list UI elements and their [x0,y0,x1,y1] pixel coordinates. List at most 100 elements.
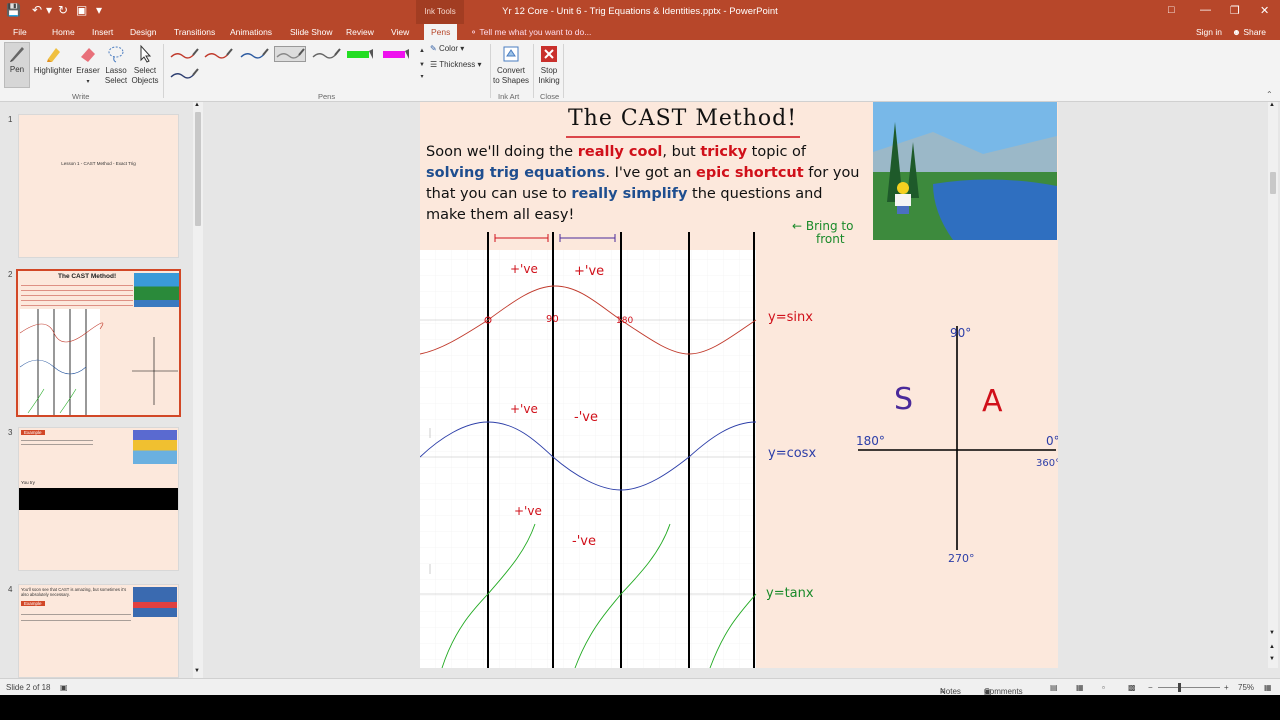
pen-swatch[interactable] [168,66,200,82]
pen-color-button[interactable]: ✎ Color ▾ [430,44,464,54]
thumbnail-number: 3 [8,428,13,437]
scroll-up-icon[interactable]: ▲ [194,102,200,108]
scrollbar-thumb[interactable] [1270,172,1276,194]
gallery-scroll-up-icon[interactable]: ▲ [418,46,426,56]
ribbon-display-options-icon[interactable]: □ [1168,4,1175,16]
ink-art-group-label: Ink Art [498,92,520,101]
reading-view-icon[interactable]: ▫ [1102,683,1105,692]
group-separator [490,44,491,98]
next-slide-icon[interactable]: ▼ [1269,656,1275,662]
zoom-slider-track[interactable] [1158,687,1220,688]
convert-shapes-icon [503,46,519,62]
scroll-down-icon[interactable]: ▼ [194,668,200,674]
pen-button[interactable]: Pen [4,42,30,88]
minimize-icon[interactable]: — [1200,4,1211,16]
slide-thumbnail-4[interactable]: You'll soon see that CAST is amazing, bu… [18,584,179,678]
thumbnail-number: 4 [8,585,13,594]
tab-transitions[interactable]: Transitions [174,27,215,37]
color-pen-icon: ✎ [430,44,437,53]
ninety-mark: 90 [546,314,559,325]
slide-scrollbar[interactable]: ▲ ▼ ▲ ▼ [1268,102,1278,668]
interval-marker-red [494,234,549,242]
zoom-out-icon[interactable]: − [1148,683,1153,692]
cast-diagram-axes [858,326,1056,550]
tab-animations[interactable]: Animations [230,27,272,37]
powerpoint-window: 💾 ↶ ▾ ↻ ▣ ▾ Ink Tools Yr 12 Core - Unit … [0,0,1280,695]
pen-swatch[interactable] [310,46,342,62]
scroll-up-icon[interactable]: ▲ [1269,102,1275,108]
slide-title-ink: The CAST Method! [568,106,798,131]
thumbnail-image [133,430,177,464]
pen-swatch[interactable] [202,46,234,62]
restore-icon[interactable]: ❐ [1230,4,1240,17]
thumbnail-text-preview [21,438,93,448]
scroll-down-icon[interactable]: ▼ [1269,630,1275,636]
share-button[interactable]: ☻ Share [1232,27,1266,37]
slide-canvas[interactable]: The CAST Method! Soon we'll doing the re… [420,102,1058,668]
thumbnail-image [133,587,177,617]
window-title: Yr 12 Core - Unit 6 - Trig Equations & I… [502,6,778,17]
status-bar: Slide 2 of 18 ▣ ≡ Notes ▣ Comments ▤ ▦ ▫… [0,678,1280,695]
slide-thumbnail-3[interactable]: Example You try [18,427,179,571]
gallery-scroll-down-icon[interactable]: ▼ [418,60,426,70]
pen-thickness-button[interactable]: ☰ Thickness ▾ [430,60,482,70]
cursor-arrow-icon [140,44,152,63]
sine-positive-label-2: +'ve [574,264,605,279]
thumbnails-scrollbar[interactable]: ▲ ▼ [193,102,203,678]
sign-in-link[interactable]: Sign in [1196,27,1222,37]
convert-to-shapes-button[interactable]: Convert to Shapes [492,44,530,86]
tab-file[interactable]: File [13,27,27,37]
thumbnail-image [134,273,179,307]
close-window-icon[interactable]: ✕ [1260,4,1269,17]
tab-review[interactable]: Review [346,27,374,37]
stop-inking-button[interactable]: Stop Inking [536,44,562,86]
slide-show-icon[interactable]: ▩ [1128,683,1136,692]
ribbon-tabs: File Home Insert Design Transitions Anim… [0,24,1280,40]
slide-counter: Slide 2 of 18 [6,683,51,692]
zoom-in-icon[interactable]: + [1224,683,1229,692]
quadrant-a-label: A [982,384,1003,419]
thumbnail-text: You try [21,480,35,485]
tab-insert[interactable]: Insert [92,27,113,37]
pen-swatch[interactable] [344,46,376,62]
group-separator [533,44,534,98]
pen-swatch[interactable] [380,46,412,62]
eraser-dropdown-icon[interactable]: ▾ [86,79,89,85]
normal-view-icon[interactable]: ▤ [1050,683,1058,692]
tangent-positive-label: +'ve [514,504,542,518]
zoom-slider-thumb[interactable] [1178,683,1181,692]
spelling-check-icon[interactable]: ▣ [60,683,68,692]
select-objects-button[interactable]: Select Objects [130,44,160,86]
tab-pens[interactable]: Pens [424,24,458,40]
pen-swatch[interactable] [238,46,270,62]
pen-swatch[interactable] [274,46,306,62]
tab-slide-show[interactable]: Slide Show [290,27,333,37]
tab-design[interactable]: Design [130,27,156,37]
tell-me-search[interactable]: ⚬ Tell me what you want to do... [470,27,591,38]
thumbnail-text-preview [21,611,131,625]
lasso-select-button[interactable]: Lasso Select [102,44,130,86]
title-underline [566,136,800,138]
thumbnail-text-preview [21,282,133,308]
thumbnail-title: Lesson 1 - CAST Method - Exact Trig [61,161,136,166]
slide-thumbnail-2[interactable]: The CAST Method! [16,269,181,417]
thumbnail-title: The CAST Method! [58,273,117,280]
group-separator [563,44,564,98]
tab-view[interactable]: View [391,27,409,37]
gallery-more-icon[interactable]: ▾ [418,72,426,82]
tab-home[interactable]: Home [52,27,75,37]
pen-swatch[interactable] [168,46,200,62]
slide-thumbnail-1[interactable]: Lesson 1 - CAST Method - Exact Trig [18,114,179,258]
graph-grid [420,250,756,668]
slide-sorter-icon[interactable]: ▦ [1076,683,1084,692]
highlighter-icon [47,48,60,62]
thumbnail-text: You'll soon see that CAST is amazing, bu… [21,587,127,597]
zoom-level[interactable]: 75% [1238,683,1254,692]
highlighter-button[interactable]: Highlighter [32,44,74,76]
angle-270-label: 270° [948,552,975,565]
scrollbar-thumb[interactable] [195,112,201,226]
fit-slide-icon[interactable]: ▦ [1264,683,1272,692]
eraser-button[interactable]: Eraser ▾ [76,44,100,87]
previous-slide-icon[interactable]: ▲ [1269,644,1275,650]
collapse-ribbon-icon[interactable]: ⌃ [1266,90,1273,99]
